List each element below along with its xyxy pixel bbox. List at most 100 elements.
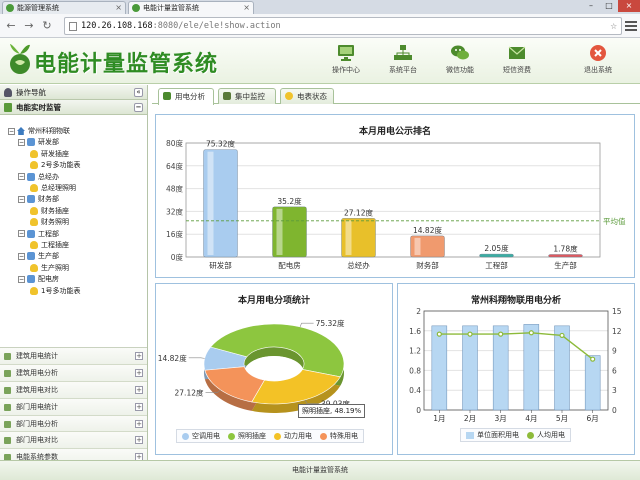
- nav-system-platform[interactable]: 系统平台: [383, 44, 423, 75]
- tree-node-label: 研发部: [38, 138, 59, 147]
- accordion-label: 建筑用电分析: [16, 368, 58, 377]
- tab-label: 集中监控: [235, 92, 265, 101]
- legend-item[interactable]: 特殊用电: [320, 431, 358, 441]
- tree-node[interactable]: 财务照明: [30, 217, 69, 228]
- nav-exit[interactable]: 退出系统: [578, 44, 618, 75]
- accordion-item[interactable]: 部门用电对比 +: [0, 432, 147, 450]
- network-icon: [394, 45, 412, 60]
- page-icon: [69, 22, 77, 31]
- accordion-item[interactable]: 建筑用电对比 +: [0, 381, 147, 399]
- browser-tab-energy[interactable]: 能源管理系统 ×: [2, 1, 126, 14]
- slice-label: 14.82度: [158, 353, 187, 363]
- user-icon: [4, 88, 12, 97]
- accordion-item[interactable]: 部门用电分析 +: [0, 415, 147, 433]
- tree-node[interactable]: − 生产部: [18, 251, 59, 262]
- data-label: 27.12度: [344, 207, 373, 217]
- tree-node[interactable]: 研发插座: [30, 149, 69, 160]
- category-donut-panel: 本月用电分项统计 14.82度75.32度39.03度27.12度 照明插座, …: [155, 283, 393, 455]
- collapse-node-icon[interactable]: −: [18, 173, 25, 181]
- collapse-node-icon[interactable]: −: [8, 127, 15, 135]
- collapse-node-icon[interactable]: −: [18, 252, 25, 260]
- y-left-tick-label: 0.8: [409, 366, 421, 375]
- y-right-tick-label: 0: [612, 406, 617, 415]
- bar: [548, 254, 583, 258]
- chart-tooltip: 照明插座, 48.19%: [298, 404, 366, 418]
- legend-item[interactable]: 动力用电: [274, 431, 312, 441]
- expand-icon[interactable]: +: [135, 419, 143, 428]
- home-icon: [17, 127, 25, 135]
- sidebar-header: 操作导航 «: [0, 85, 147, 100]
- close-tab-icon[interactable]: ×: [243, 2, 250, 14]
- collapse-node-icon[interactable]: −: [18, 138, 25, 146]
- tree-node[interactable]: − 配电房: [18, 274, 59, 285]
- tab-meter-status[interactable]: 电表状态: [280, 88, 334, 104]
- expand-icon[interactable]: +: [135, 436, 143, 445]
- chart-icon: [4, 420, 11, 428]
- section-realtime-monitor[interactable]: 电能实时监管 −: [0, 100, 147, 115]
- minimize-icon[interactable]: –: [582, 0, 600, 12]
- browser-tab-meter[interactable]: 电能计量监管系统 ×: [128, 1, 254, 14]
- legend-item[interactable]: 人均用电: [527, 430, 565, 440]
- average-label: 平均值: [603, 216, 626, 226]
- tree-node[interactable]: − 总经办: [18, 172, 59, 183]
- expand-icon[interactable]: +: [135, 352, 143, 360]
- back-arrow-icon[interactable]: ←: [4, 19, 18, 33]
- x-tick-label: 5月: [556, 414, 568, 423]
- legend-item[interactable]: 照明插座: [228, 431, 266, 441]
- collapse-section-button[interactable]: −: [134, 103, 143, 112]
- y-tick-label: 80度: [166, 138, 184, 148]
- accordion-item[interactable]: 建筑用电分析 +: [0, 364, 147, 382]
- legend-swatch: [527, 431, 534, 439]
- tree-node[interactable]: 2号多功能表: [30, 160, 80, 171]
- line-point: [436, 331, 442, 337]
- accordion-item[interactable]: 部门用电统计 +: [0, 398, 147, 416]
- tree-node[interactable]: − 工程部: [18, 229, 59, 240]
- bulb-icon: [285, 92, 293, 100]
- legend-item[interactable]: 单位面积用电: [466, 430, 519, 440]
- collapse-node-icon[interactable]: −: [18, 230, 25, 238]
- reload-icon[interactable]: ↻: [40, 19, 54, 33]
- x-tick-label: 财务部: [416, 260, 439, 270]
- bar: [492, 325, 509, 411]
- y-tick-label: 0度: [171, 252, 184, 262]
- legend-item[interactable]: 空调用电: [182, 431, 220, 441]
- y-left-tick-label: 1.6: [409, 327, 421, 336]
- browser-tab-label: 能源管理系统: [17, 4, 59, 12]
- x-tick-label: 配电房: [278, 260, 301, 270]
- nav-label: 操作中心: [332, 66, 360, 74]
- accordion-label: 建筑用电对比: [16, 385, 58, 394]
- address-bar[interactable]: 120.26.108.168:8080/ele/ele!show.action …: [64, 17, 622, 35]
- accordion-label: 建筑用电统计: [16, 352, 58, 360]
- tab-usage-analysis[interactable]: 用电分析: [158, 88, 214, 105]
- tree-node[interactable]: 工程插座: [30, 240, 69, 251]
- tree-node[interactable]: 生产照明: [30, 263, 69, 274]
- close-tab-icon[interactable]: ×: [115, 2, 122, 14]
- nav-label: 退出系统: [584, 66, 612, 74]
- bookmark-star-icon[interactable]: ☆: [610, 18, 617, 34]
- tree-node[interactable]: 1号多功能表: [30, 286, 80, 297]
- tree-node[interactable]: 财务插座: [30, 206, 69, 217]
- forward-arrow-icon[interactable]: →: [22, 19, 36, 33]
- accordion-item[interactable]: 建筑用电统计 +: [0, 348, 147, 365]
- maximize-icon[interactable]: □: [600, 0, 618, 12]
- nav-sms[interactable]: 短信资费: [497, 44, 537, 75]
- tree-node[interactable]: − 常州科翔物联: [8, 126, 70, 137]
- collapse-sidebar-button[interactable]: «: [134, 88, 143, 97]
- window-close-icon[interactable]: ×: [618, 0, 640, 12]
- tree-node-label: 1号多功能表: [41, 286, 81, 295]
- expand-icon[interactable]: +: [135, 402, 143, 411]
- donut-legend: 空调用电 照明插座 动力用电 特殊用电: [176, 429, 364, 443]
- browser-menu-icon[interactable]: [625, 19, 637, 31]
- expand-icon[interactable]: +: [135, 368, 143, 377]
- tree-node[interactable]: − 财务部: [18, 194, 59, 205]
- x-tick-label: 1月: [433, 414, 445, 423]
- collapse-node-icon[interactable]: −: [18, 275, 25, 283]
- collapse-node-icon[interactable]: −: [18, 195, 25, 203]
- tree-node[interactable]: 总经理照明: [30, 183, 76, 194]
- nav-wechat[interactable]: 微信功能: [440, 44, 480, 75]
- tree-node[interactable]: − 研发部: [18, 137, 59, 148]
- legend-swatch: [228, 432, 235, 440]
- nav-operation-center[interactable]: 操作中心: [326, 44, 366, 75]
- tab-central-monitor[interactable]: 集中监控: [218, 88, 276, 104]
- expand-icon[interactable]: +: [135, 385, 143, 394]
